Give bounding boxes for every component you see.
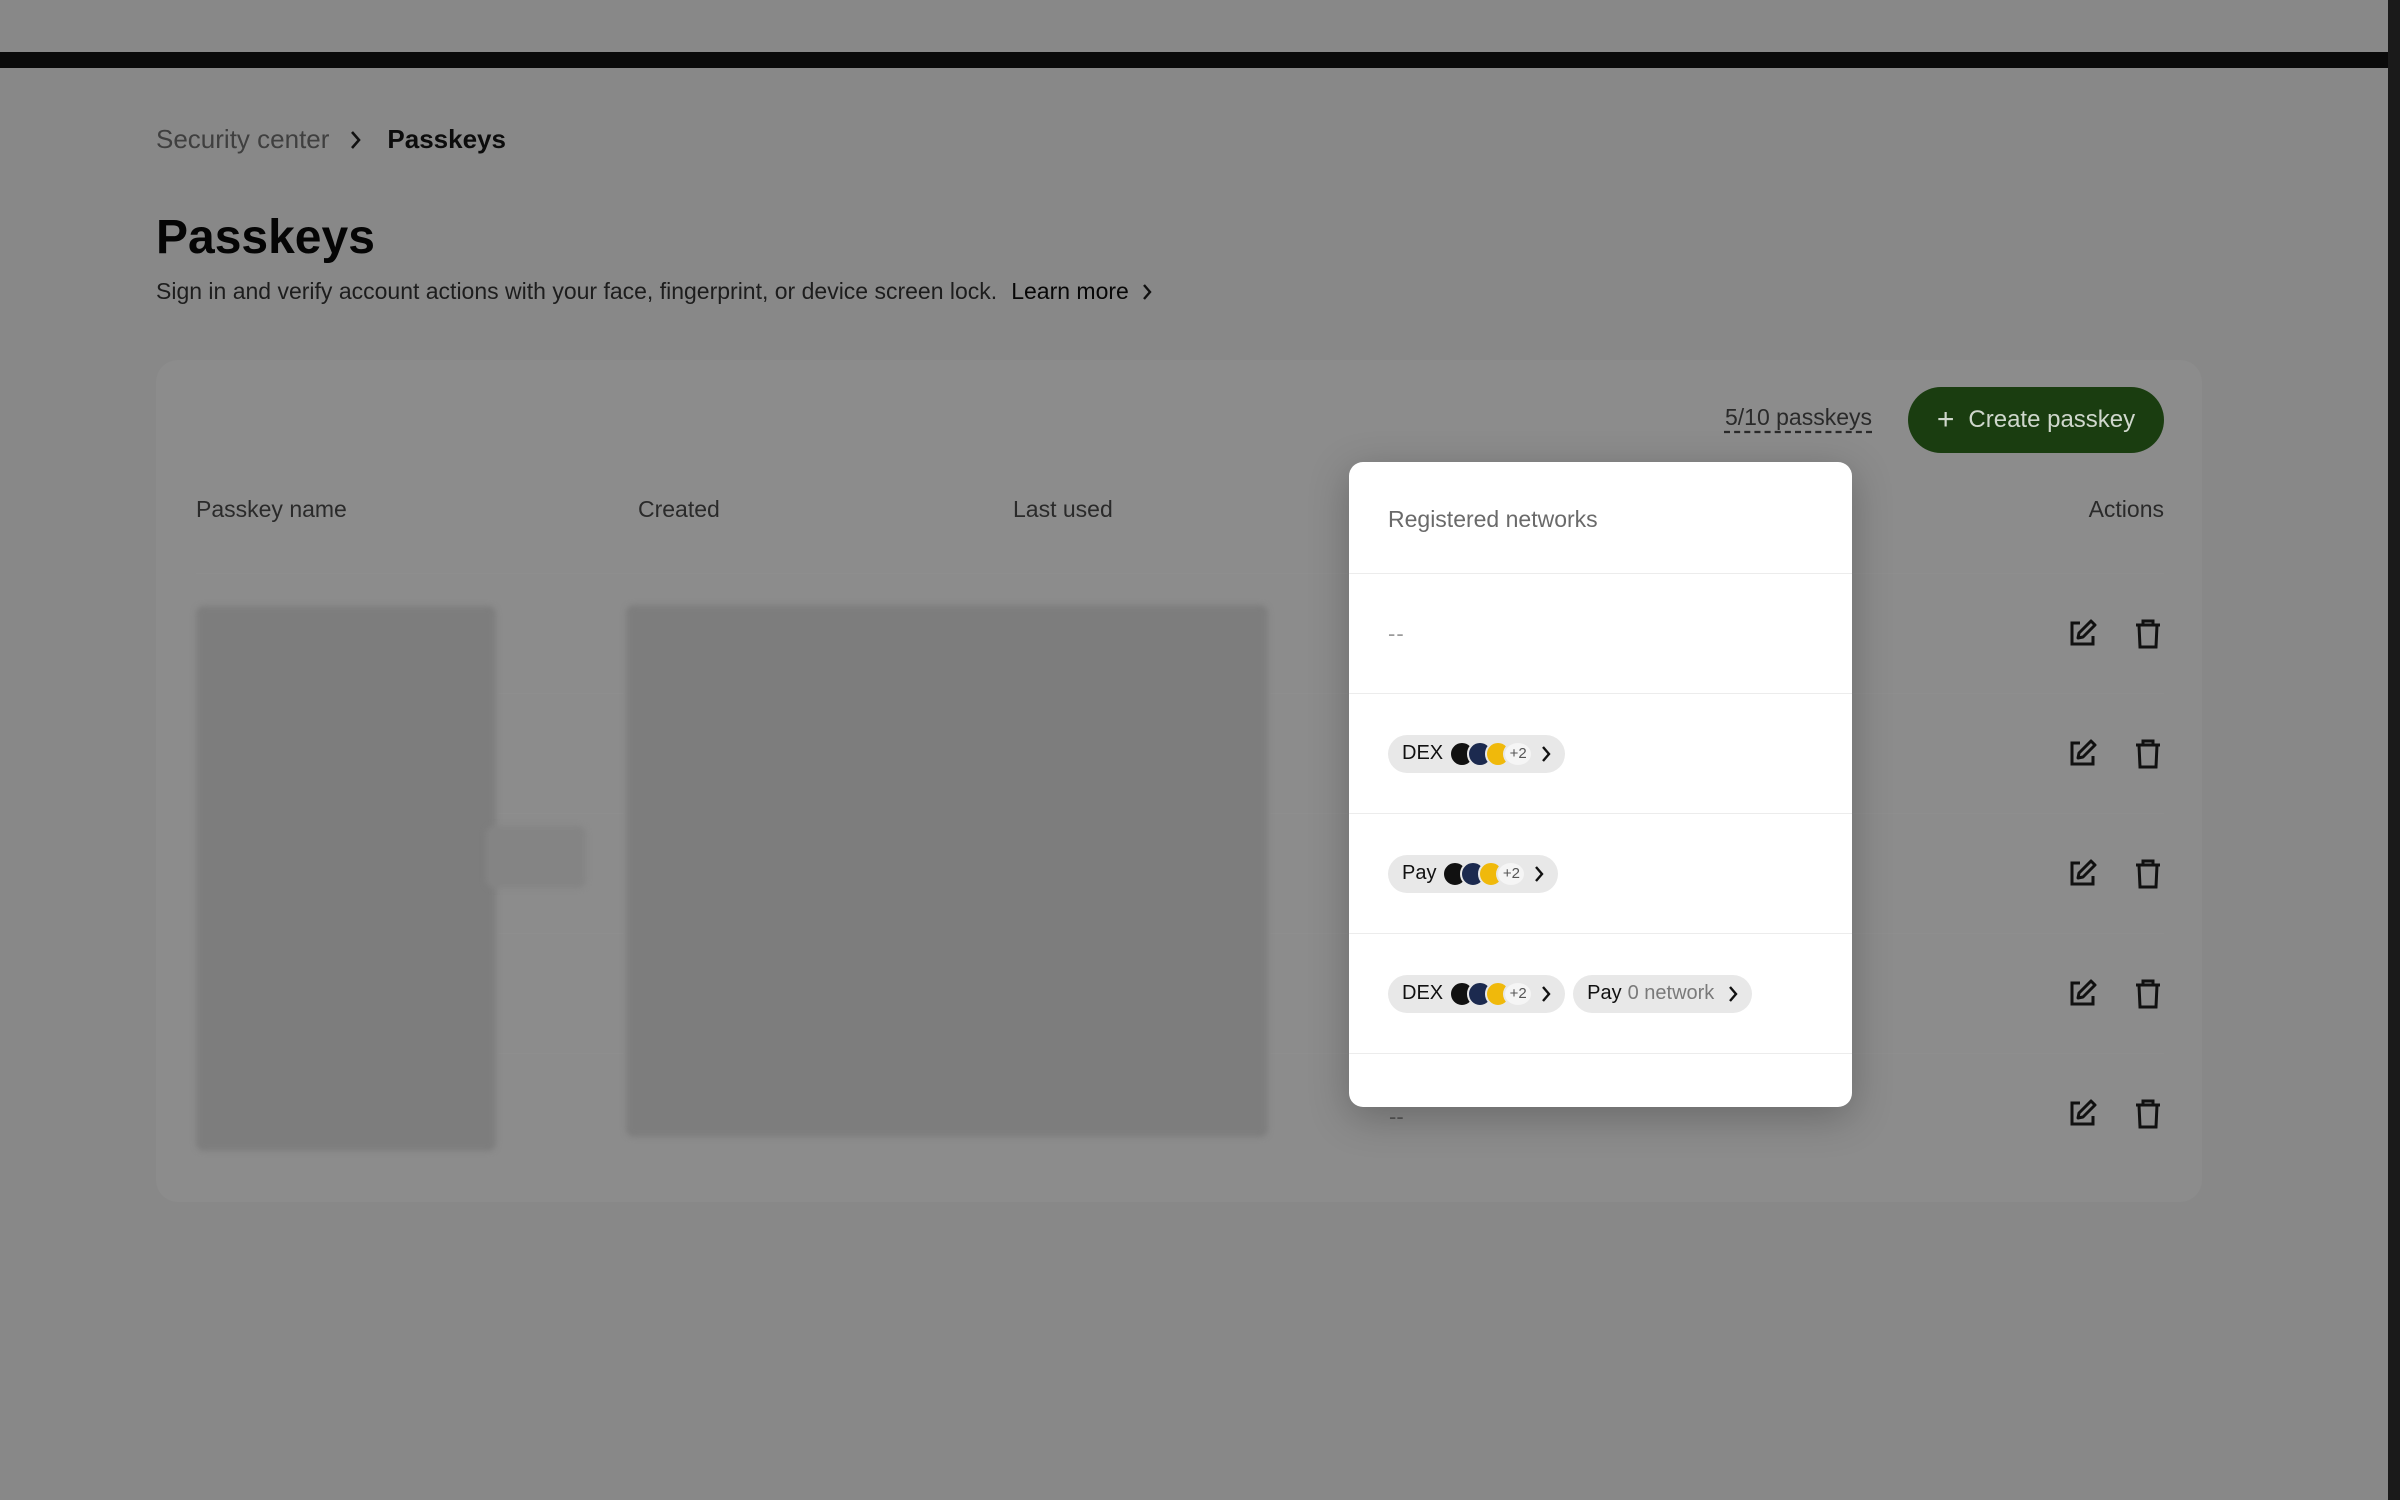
pill-label: DEX: [1402, 982, 1444, 1004]
edit-icon[interactable]: [2066, 978, 2098, 1010]
edit-icon[interactable]: [2066, 618, 2098, 650]
more-networks-count: +2: [1503, 980, 1534, 1007]
create-passkey-label: Create passkey: [1968, 406, 2136, 433]
page-title: Passkeys: [156, 211, 375, 264]
column-created: Created: [638, 496, 720, 522]
chevron-right-icon: [1728, 985, 1738, 1003]
chevron-right-icon: [349, 129, 363, 151]
empty-network-text: --: [1388, 620, 1405, 646]
popover-row: DEX +2: [1349, 694, 1852, 814]
table-header: Passkey name Created Last used Actions: [196, 496, 2164, 534]
blurred-passkey-names: [196, 606, 496, 1151]
chevron-right-icon: [1142, 283, 1152, 300]
chevron-right-icon: [1541, 985, 1551, 1003]
trash-icon[interactable]: [2132, 618, 2164, 650]
popover-row: --: [1349, 574, 1852, 694]
column-actions: Actions: [2088, 496, 2164, 522]
pay-network-pill[interactable]: Pay +2: [1388, 854, 1559, 893]
plus-icon: +: [1936, 403, 1955, 436]
popover-title: Registered networks: [1349, 462, 1852, 574]
learn-more-link[interactable]: Learn more: [1011, 278, 1153, 305]
row-actions: [2066, 1098, 2164, 1130]
network-icons: +2: [1442, 860, 1527, 887]
breadcrumb-current: Passkeys: [387, 124, 506, 154]
trash-icon[interactable]: [2132, 1098, 2164, 1130]
pill-label: Pay: [1587, 982, 1622, 1004]
edit-icon[interactable]: [2066, 738, 2098, 770]
edit-icon[interactable]: [2066, 1098, 2098, 1130]
registered-networks-popover: Registered networks -- DEX +2 Pay +2 DEX…: [1349, 462, 1852, 1107]
network-empty-text: --: [1389, 1104, 1404, 1129]
chevron-right-icon: [1534, 865, 1545, 883]
passkeys-card: 5/10 passkeys + Create passkey Passkey n…: [156, 360, 2202, 1202]
dex-network-pill[interactable]: DEX +2: [1388, 974, 1566, 1013]
popover-row: Pay +2: [1349, 814, 1852, 934]
page-content: Security center Passkeys Passkeys Sign i…: [156, 0, 2206, 1500]
more-networks-count: +2: [1503, 740, 1534, 767]
trash-icon[interactable]: [2132, 858, 2164, 890]
row-actions: [2066, 738, 2164, 770]
blurred-dates: [626, 605, 1268, 1137]
create-passkey-button[interactable]: + Create passkey: [1908, 387, 2164, 453]
pill-label: DEX: [1402, 742, 1444, 764]
row-divider: [196, 573, 2164, 574]
pay-network-pill[interactable]: Pay 0 network: [1573, 974, 1753, 1013]
row-actions: [2066, 978, 2164, 1010]
window-edge: [2388, 0, 2400, 1500]
learn-more-label: Learn more: [1011, 278, 1129, 304]
breadcrumb-security-center[interactable]: Security center: [156, 124, 329, 155]
blurred-badge: [486, 826, 586, 888]
more-networks-count: +2: [1496, 860, 1527, 887]
row-actions: [2066, 858, 2164, 890]
pill-label: Pay: [1402, 862, 1437, 884]
edit-icon[interactable]: [2066, 858, 2098, 890]
passkey-count[interactable]: 5/10 passkeys: [1725, 404, 1872, 431]
chevron-right-icon: [1541, 745, 1551, 763]
trash-icon[interactable]: [2132, 978, 2164, 1010]
breadcrumb: Security center Passkeys: [156, 124, 506, 155]
page-subtitle: Sign in and verify account actions with …: [156, 278, 1153, 305]
popover-row: DEX +2 Pay 0 network: [1349, 934, 1852, 1054]
column-last-used: Last used: [1013, 496, 1113, 522]
subtitle-text: Sign in and verify account actions with …: [156, 278, 998, 304]
network-icons: +2: [1449, 980, 1534, 1007]
dex-network-pill[interactable]: DEX +2: [1388, 734, 1566, 773]
row-actions: [2066, 618, 2164, 650]
network-count-text: 0 network: [1627, 982, 1715, 1004]
trash-icon[interactable]: [2132, 738, 2164, 770]
network-icons: +2: [1449, 740, 1534, 767]
column-passkey-name: Passkey name: [196, 496, 347, 522]
